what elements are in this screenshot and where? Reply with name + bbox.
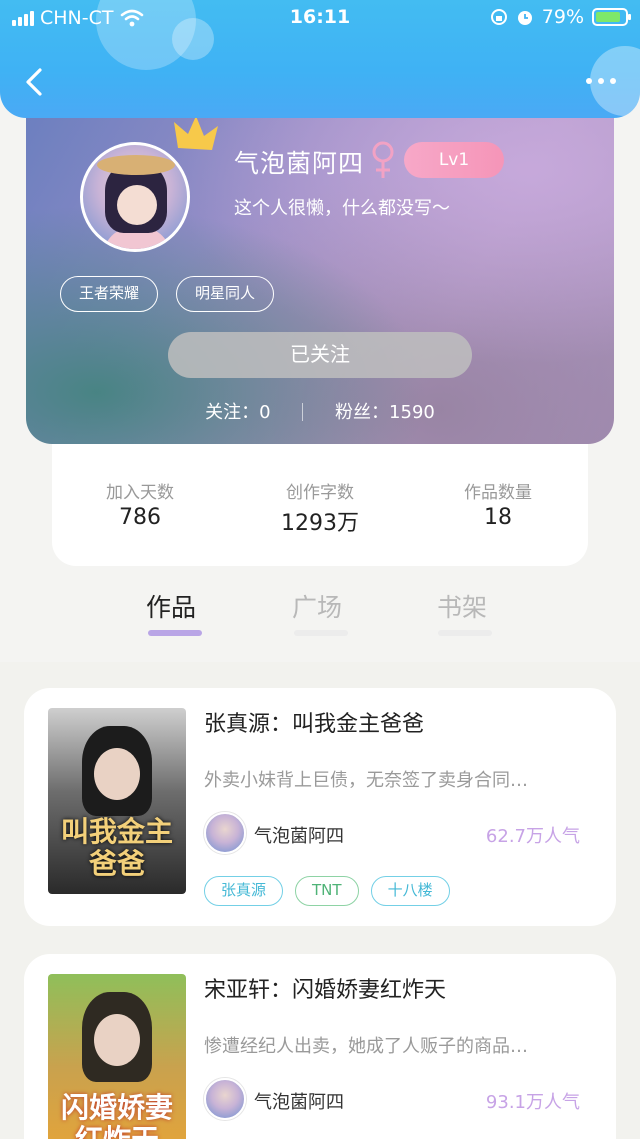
follow-stats: 关注：0 粉丝：1590: [26, 398, 614, 424]
stat-works-count: 作品数量 18: [408, 478, 588, 530]
stat-join-days: 加入天数 786: [50, 478, 230, 530]
following-count[interactable]: 关注：0: [205, 398, 270, 424]
user-bio: 这个人很懒，什么都没写～: [234, 198, 450, 219]
tab-indicator: [294, 630, 348, 636]
stat-value: 786: [119, 505, 161, 530]
username: 气泡菌阿四: [234, 149, 365, 178]
book-description: 惨遭经纪人出卖，她成了人贩子的商品…: [204, 1036, 528, 1057]
book-popularity: 93.1万人气: [485, 1092, 580, 1113]
tab-works[interactable]: 作品: [146, 588, 196, 624]
cover-title: 闪婚娇妻红炸天: [60, 1091, 173, 1139]
chevron-left-icon[interactable]: [22, 66, 48, 98]
stat-label: 作品数量: [464, 483, 532, 503]
stat-label: 创作字数: [286, 483, 354, 503]
cover-title: 叫我金主爸爸: [60, 815, 173, 880]
rotation-lock-icon: [490, 9, 507, 25]
book-author: 气泡菌阿四: [254, 826, 344, 847]
book-card[interactable]: 叫我金主爸爸 张真源：叫我金主爸爸 外卖小妹背上巨债，无奈签了卖身合同… 气泡菌…: [24, 688, 616, 926]
book-cover[interactable]: 叫我金主爸爸: [48, 708, 186, 894]
stat-label: 加入天数: [106, 483, 174, 503]
book-popularity: 62.7万人气: [485, 826, 580, 847]
profile-header-card: 气泡菌阿四 Lv1 这个人很懒，什么都没写～ 王者荣耀 明星同人 已关注 关注：…: [26, 100, 614, 444]
stat-value: 18: [484, 505, 512, 530]
fans-count[interactable]: 粉丝：1590: [335, 398, 435, 424]
tab-indicator: [438, 630, 492, 636]
tab-square[interactable]: 广场: [292, 588, 342, 624]
book-card[interactable]: 闪婚娇妻红炸天 宋亚轩：闪婚娇妻红炸天 惨遭经纪人出卖，她成了人贩子的商品… 气…: [24, 954, 616, 1139]
alarm-icon: [517, 11, 532, 25]
tab-bookshelf[interactable]: 书架: [437, 588, 487, 624]
follow-button[interactable]: 已关注: [168, 332, 472, 378]
interest-tag[interactable]: 王者荣耀: [60, 276, 159, 312]
book-tag[interactable]: 张真源: [204, 876, 284, 906]
book-title[interactable]: 张真源：叫我金主爸爸: [204, 706, 424, 738]
interest-tag[interactable]: 明星同人: [176, 276, 275, 312]
book-tag[interactable]: 十八楼: [370, 876, 450, 906]
tab-indicator-active: [148, 630, 202, 636]
book-title[interactable]: 宋亚轩：闪婚娇妻红炸天: [204, 972, 446, 1004]
crown-icon: [174, 116, 218, 150]
top-header: CHN-CT 16:11 79%: [0, 0, 640, 118]
more-dots-icon[interactable]: [586, 78, 616, 84]
works-list: 叫我金主爸爸 张真源：叫我金主爸爸 外卖小妹背上巨债，无奈签了卖身合同… 气泡菌…: [0, 662, 640, 1139]
divider: [302, 403, 304, 421]
book-cover[interactable]: 闪婚娇妻红炸天: [48, 974, 186, 1139]
battery-icon: [592, 8, 631, 26]
stat-word-count: 创作字数 1293万: [230, 478, 410, 537]
author-avatar: [204, 812, 246, 854]
author-avatar: [204, 1078, 246, 1120]
book-author: 气泡菌阿四: [254, 1092, 344, 1113]
tab-bar: 作品 广场 书架: [0, 566, 640, 662]
battery-percent: 79%: [541, 6, 584, 28]
book-description: 外卖小妹背上巨债，无奈签了卖身合同…: [204, 770, 528, 791]
interest-tags: 王者荣耀 明星同人: [60, 276, 275, 312]
book-tag[interactable]: TNT: [295, 876, 359, 906]
status-bar: CHN-CT 16:11 79%: [0, 0, 640, 38]
stat-value: 1293万: [281, 511, 359, 536]
level-badge: Lv1: [404, 142, 504, 178]
book-tags: 张真源 TNT 十八楼: [204, 876, 450, 906]
female-icon: [372, 141, 394, 178]
